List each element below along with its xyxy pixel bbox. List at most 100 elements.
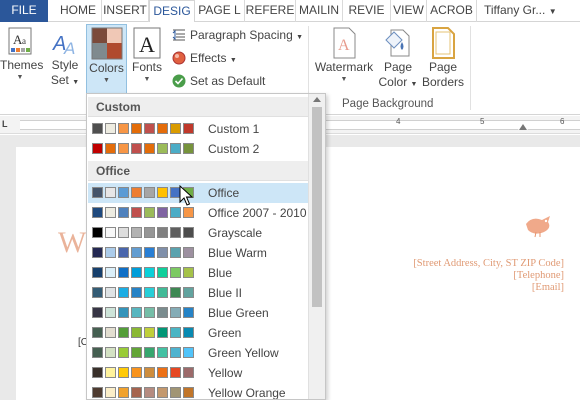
chevron-down-icon: ▼ xyxy=(16,74,24,81)
page-color-label-2-text: Color xyxy=(378,75,408,89)
color-swatch xyxy=(157,327,168,338)
scrollbar-thumb[interactable] xyxy=(312,107,322,307)
checkmark-icon xyxy=(172,74,186,88)
page-borders-label-2: Borders xyxy=(421,75,465,89)
color-theme-name: Office xyxy=(208,186,240,200)
paragraph-spacing-button[interactable]: Paragraph Spacing ▼ xyxy=(172,27,303,46)
color-theme-green[interactable]: Green xyxy=(88,323,308,343)
color-swatch xyxy=(131,187,142,198)
effects-button[interactable]: Effects ▼ xyxy=(172,50,237,69)
tab-selector-icon[interactable]: L xyxy=(2,119,8,129)
dropdown-scrollbar[interactable] xyxy=(308,94,325,399)
color-theme-grayscale[interactable]: Grayscale xyxy=(88,223,308,243)
set-as-default-label: Set as Default xyxy=(190,74,266,88)
color-swatch xyxy=(131,207,142,218)
color-swatch xyxy=(92,327,103,338)
color-swatch xyxy=(157,227,168,238)
effects-icon xyxy=(172,51,186,65)
page-background-group-label: Page Background xyxy=(342,98,434,110)
color-theme-blue-warm[interactable]: Blue Warm xyxy=(88,243,308,263)
email-placeholder[interactable]: [Email] xyxy=(532,282,564,293)
themes-button[interactable]: A a Themes ▼ xyxy=(0,26,43,96)
color-swatch xyxy=(157,367,168,378)
paragraph-spacing-icon xyxy=(172,29,185,41)
color-theme-name: Grayscale xyxy=(208,226,263,240)
fonts-button[interactable]: A Fonts ▼ xyxy=(128,26,166,96)
color-theme-green-yellow[interactable]: Green Yellow xyxy=(88,343,308,363)
tab-insert[interactable]: INSERT xyxy=(102,0,149,22)
color-swatch xyxy=(170,247,181,258)
tab-design[interactable]: DESIG xyxy=(149,0,195,23)
user-account[interactable]: Tiffany Gr... ▼ xyxy=(478,0,578,22)
color-swatch xyxy=(92,267,103,278)
tab-mailings[interactable]: MAILIN xyxy=(296,0,343,22)
color-swatch xyxy=(105,123,116,134)
color-theme-yellow[interactable]: Yellow xyxy=(88,363,308,383)
page-color-label-1: Page xyxy=(383,60,413,74)
color-theme-custom-2[interactable]: Custom 2 xyxy=(88,139,308,159)
color-theme-office-2007-2010[interactable]: Office 2007 - 2010 xyxy=(88,203,308,223)
color-theme-blue-ii[interactable]: Blue II xyxy=(88,283,308,303)
tab-file[interactable]: FILE xyxy=(0,0,48,22)
page-color-icon xyxy=(385,29,410,57)
right-indent-marker-outline xyxy=(519,124,527,130)
tab-review[interactable]: REVIE xyxy=(343,0,391,22)
page-borders-icon xyxy=(432,27,455,59)
color-swatch xyxy=(118,287,129,298)
page-borders-button[interactable]: Page Borders xyxy=(421,26,465,96)
color-theme-blue-green[interactable]: Blue Green xyxy=(88,303,308,323)
color-swatch xyxy=(144,367,155,378)
tab-references[interactable]: REFERE xyxy=(245,0,296,22)
color-swatch xyxy=(170,327,181,338)
fonts-label: Fonts xyxy=(131,60,162,74)
color-theme-yellow-orange[interactable]: Yellow Orange xyxy=(88,383,308,399)
colors-button[interactable]: Colors ▼ xyxy=(86,24,127,94)
ruler-number: 5 xyxy=(480,117,485,126)
color-swatch xyxy=(105,307,116,318)
color-swatch xyxy=(170,143,181,154)
color-swatch xyxy=(144,347,155,358)
color-swatch xyxy=(118,143,129,154)
color-swatch xyxy=(183,327,194,338)
colors-icon xyxy=(91,27,122,60)
color-swatch xyxy=(144,247,155,258)
paragraph-spacing-label: Paragraph Spacing xyxy=(190,28,293,42)
color-swatch xyxy=(105,267,116,278)
tab-page-layout[interactable]: PAGE L xyxy=(195,0,245,22)
color-swatch xyxy=(183,367,194,378)
color-theme-office[interactable]: Office xyxy=(88,183,308,203)
chevron-down-icon: ▼ xyxy=(103,77,110,84)
color-swatch xyxy=(170,123,181,134)
color-theme-custom-1[interactable]: Custom 1 xyxy=(88,119,308,139)
scroll-up-arrow-icon[interactable] xyxy=(313,97,321,102)
color-swatch xyxy=(170,367,181,378)
color-theme-blue[interactable]: Blue xyxy=(88,263,308,283)
color-swatch xyxy=(144,307,155,318)
chevron-down-icon: ▼ xyxy=(296,34,304,41)
tab-acrobat[interactable]: ACROB xyxy=(427,0,477,22)
tab-view[interactable]: VIEW xyxy=(391,0,427,22)
color-swatch xyxy=(170,287,181,298)
color-swatch xyxy=(118,187,129,198)
tab-home[interactable]: HOME xyxy=(55,0,102,22)
chevron-down-icon: ▼ xyxy=(410,81,418,88)
telephone-placeholder[interactable]: [Telephone] xyxy=(513,270,564,281)
color-theme-name: Green Yellow xyxy=(208,346,279,360)
set-as-default-button[interactable]: Set as Default xyxy=(172,73,265,89)
page-color-label-2: Color ▼ xyxy=(377,75,419,92)
color-swatch xyxy=(131,247,142,258)
style-set-button[interactable]: A A Style Set ▼ xyxy=(46,26,84,96)
color-swatch xyxy=(105,187,116,198)
page-color-button[interactable]: Page Color ▼ xyxy=(377,26,419,96)
address-placeholder[interactable]: [Street Address, City, ST ZIP Code] xyxy=(413,258,564,269)
color-swatch xyxy=(157,143,168,154)
color-swatch xyxy=(105,387,116,398)
color-swatch xyxy=(92,347,103,358)
office-section-header: Office xyxy=(88,161,308,181)
color-swatch xyxy=(92,287,103,298)
svg-text:A: A xyxy=(338,37,350,54)
color-swatch xyxy=(183,387,194,398)
color-swatch xyxy=(131,123,142,134)
watermark-button[interactable]: A Watermark ▼ xyxy=(313,26,375,96)
color-swatch xyxy=(157,287,168,298)
